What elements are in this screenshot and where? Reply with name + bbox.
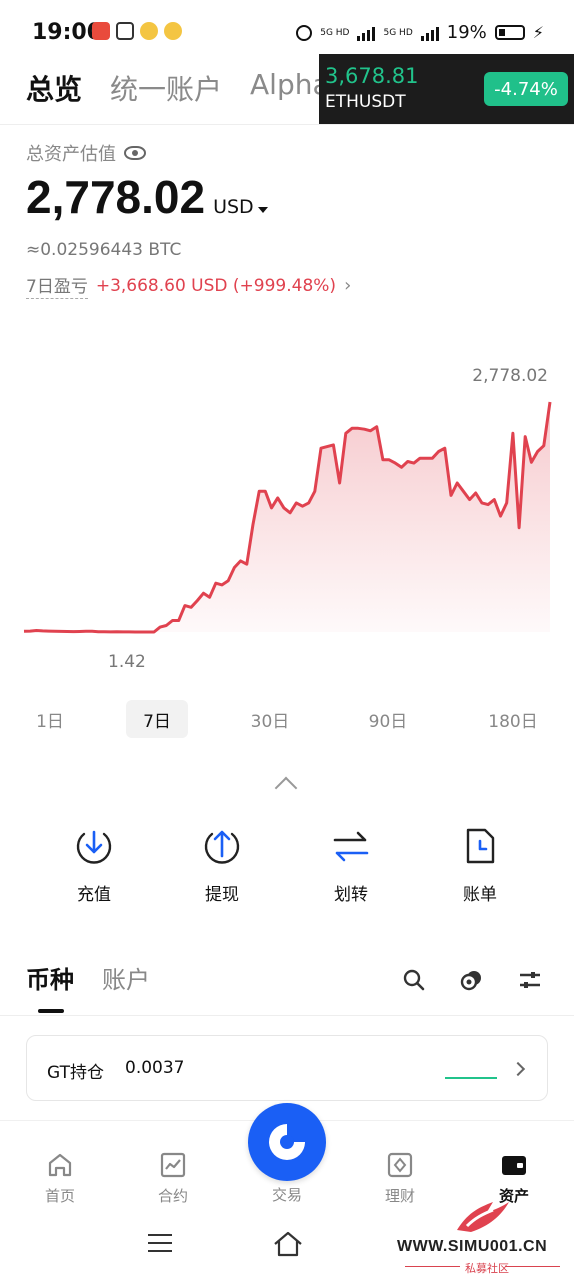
asset-chart: 2,778.02 1.42 [0, 360, 574, 680]
bill-label: 账单 [463, 885, 497, 905]
section-tabs: 币种 账户 [26, 960, 150, 995]
ticker-change-badge: -4.74% [484, 72, 568, 106]
nav-home[interactable]: 首页 [20, 1151, 100, 1206]
holding-sparkline [445, 1077, 497, 1079]
currency-selector[interactable]: USD [213, 196, 268, 218]
section-tools [400, 966, 544, 994]
eye-icon[interactable] [124, 146, 146, 160]
chevron-right-icon: › [344, 275, 352, 296]
chart-icon [159, 1151, 187, 1179]
tab-overview[interactable]: 总览 [26, 68, 82, 112]
pnl-value: +3,668.60 USD (+999.48%) [95, 275, 337, 296]
network-label-2: 5G HD [383, 27, 413, 38]
chevron-up-icon[interactable] [274, 776, 298, 800]
period-tabs: 1日 7日 30日 90日 180日 [0, 700, 574, 740]
bill-icon [460, 826, 500, 866]
nav-home-label: 首页 [44, 1187, 75, 1205]
transfer-label: 划转 [334, 885, 368, 905]
alarm-icon [296, 24, 313, 41]
currency-label: USD [213, 196, 254, 218]
nav-trade-label: 交易 [271, 1186, 302, 1204]
small-balance-icon[interactable] [458, 966, 486, 994]
chart-min-label: 1.42 [108, 652, 146, 672]
signal-icon [357, 25, 376, 41]
period-180d[interactable]: 180日 [478, 700, 548, 738]
total-asset-label-text: 总资产估值 [26, 144, 116, 165]
nav-futures-label: 合约 [157, 1187, 188, 1205]
action-row: 充值 提现 划转 账单 [0, 826, 574, 916]
caret-down-icon [257, 207, 268, 213]
search-icon[interactable] [400, 966, 428, 994]
total-asset: 2,778.02 USD [26, 170, 268, 224]
watermark-line-right [505, 1266, 560, 1267]
tab-unified-account[interactable]: 统一账户 [110, 68, 222, 112]
active-tab-indicator [38, 1009, 64, 1013]
battery-percent: 19% [446, 22, 487, 43]
pet-notification-icon [140, 22, 158, 40]
bill-button[interactable]: 账单 [430, 826, 530, 905]
chart-svg [23, 401, 552, 634]
withdraw-button[interactable]: 提现 [172, 826, 272, 905]
floating-ticker[interactable]: 3,678.81 ETHUSDT -4.74% [319, 54, 574, 124]
app-notification-icon [92, 22, 110, 40]
watermark: WWW.SIMU001.CN 私募社区 [395, 1196, 574, 1279]
recent-apps-icon[interactable] [148, 1234, 172, 1258]
header-divider [0, 124, 574, 125]
notification-icons [92, 22, 182, 40]
transfer-button[interactable]: 划转 [301, 826, 401, 905]
period-7d[interactable]: 7日 [126, 700, 188, 738]
watermark-text: 私募社区 [465, 1262, 509, 1275]
holding-name: GT持仓 [47, 1063, 104, 1083]
pnl-label: 7日盈亏 [26, 272, 88, 299]
pnl-row[interactable]: 7日盈亏 +3,668.60 USD (+999.48%) › [26, 272, 351, 299]
camera-notification-icon [116, 22, 134, 40]
withdraw-label: 提现 [205, 885, 239, 905]
network-label-1: 5G HD [320, 27, 350, 38]
total-asset-label: 总资产估值 [26, 140, 146, 166]
deposit-label: 充值 [77, 885, 111, 905]
gt-holding-card[interactable]: GT持仓 0.0037 [26, 1035, 548, 1101]
signal-icon-2 [420, 25, 439, 41]
filter-icon[interactable] [516, 966, 544, 994]
nav-futures[interactable]: 合约 [133, 1151, 213, 1206]
holding-amount: 0.0037 [125, 1058, 185, 1078]
withdraw-icon [202, 826, 242, 866]
ticker-symbol: ETHUSDT [325, 92, 406, 112]
wallet-icon [500, 1151, 528, 1179]
system-home-icon[interactable] [272, 1230, 304, 1262]
tab-coins[interactable]: 币种 [26, 960, 74, 995]
earn-icon [386, 1151, 414, 1179]
watermark-line-left [405, 1266, 460, 1267]
trade-button[interactable] [248, 1103, 326, 1181]
charging-icon: ⚡ [532, 23, 544, 42]
period-1d[interactable]: 1日 [26, 700, 74, 738]
status-right: 5G HD 5G HD 19% ⚡ [296, 22, 544, 43]
btc-equivalent: ≈0.02596443 BTC [26, 240, 182, 260]
deposit-button[interactable]: 充值 [44, 826, 144, 905]
watermark-url: WWW.SIMU001.CN [397, 1238, 548, 1255]
period-30d[interactable]: 30日 [240, 700, 300, 738]
deposit-icon [74, 826, 114, 866]
chevron-right-icon [510, 1061, 526, 1077]
chart-area [24, 402, 550, 632]
home-icon [46, 1151, 74, 1179]
pet-notification-icon-2 [164, 22, 182, 40]
watermark-logo-icon [457, 1202, 509, 1232]
section-divider [0, 1015, 574, 1016]
total-asset-value: 2,778.02 [26, 171, 206, 223]
tab-alpha[interactable]: Alpha [250, 68, 330, 112]
battery-icon [494, 25, 525, 40]
ticker-price: 3,678.81 [325, 64, 419, 88]
trade-logo-icon [269, 1124, 305, 1160]
transfer-icon [331, 826, 371, 866]
tab-accounts[interactable]: 账户 [102, 960, 150, 995]
period-90d[interactable]: 90日 [358, 700, 418, 738]
